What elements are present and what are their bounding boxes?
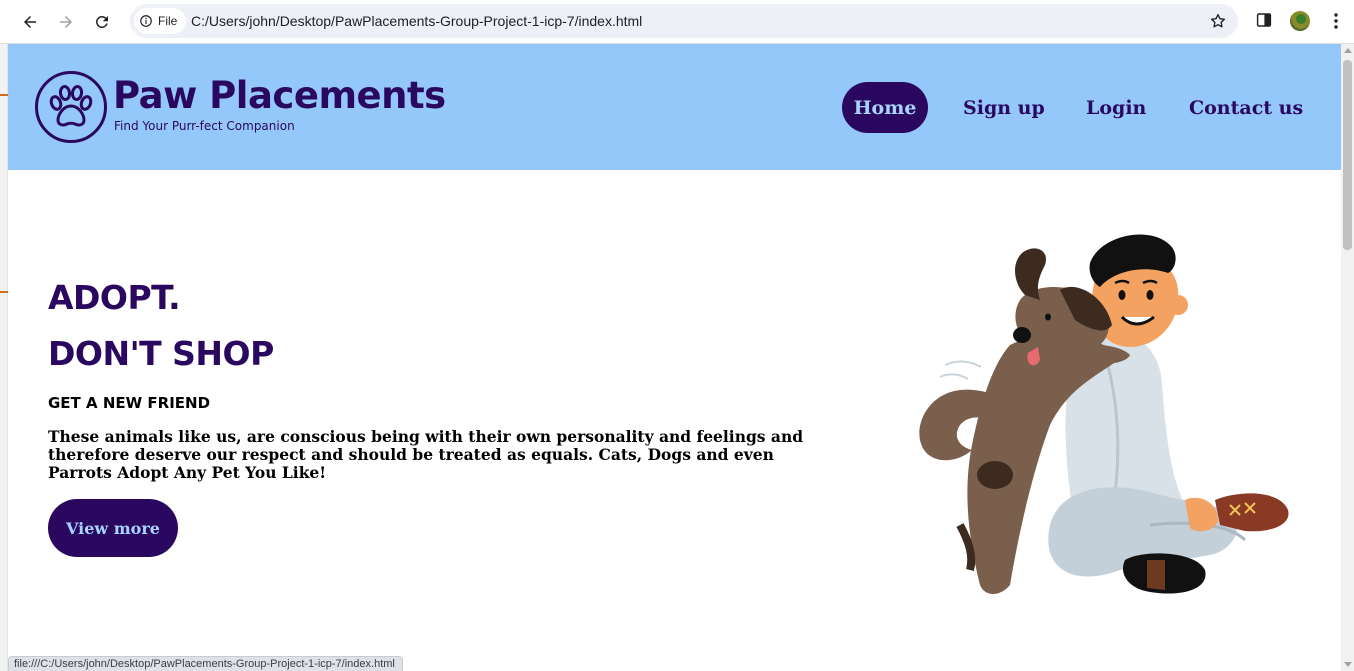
window-left-edge — [0, 44, 8, 671]
view-more-button[interactable]: View more — [48, 499, 178, 557]
scroll-down-arrow-icon[interactable] — [1344, 662, 1352, 667]
side-panel-button[interactable] — [1254, 10, 1274, 30]
brand-name[interactable]: Paw Placements — [113, 74, 446, 117]
forward-arrow-icon — [60, 16, 72, 28]
forward-button[interactable] — [52, 8, 80, 36]
browser-menu-button[interactable] — [1326, 10, 1346, 32]
hero-title-line1: ADOPT. — [48, 278, 181, 317]
browser-toolbar: File C:/Users/john/Desktop/PawPlacements… — [0, 0, 1354, 44]
site-header: Paw Placements Find Your Purr-fect Compa… — [8, 44, 1341, 170]
paw-icon[interactable] — [34, 70, 108, 144]
reload-icon — [95, 15, 108, 28]
brand-tagline: Find Your Purr-fect Companion — [114, 119, 295, 133]
scrollbar-thumb[interactable] — [1343, 60, 1352, 250]
info-icon — [140, 15, 152, 27]
kebab-menu-icon — [1334, 13, 1338, 29]
page-scrollbar[interactable] — [1341, 44, 1354, 671]
site-chip-label: File — [158, 14, 178, 28]
scroll-up-arrow-icon[interactable] — [1344, 48, 1352, 53]
hero-description: These animals like us, are conscious bei… — [48, 427, 804, 482]
browser-status-bar: file:///C:/Users/john/Desktop/PawPlaceme… — [8, 656, 403, 671]
address-bar[interactable]: File C:/Users/john/Desktop/PawPlacements… — [130, 4, 1238, 38]
back-button[interactable] — [16, 8, 44, 36]
bookmark-button[interactable] — [1206, 9, 1230, 33]
hero-title-line2: DON'T SHOP — [48, 334, 274, 373]
nav-contact[interactable]: Contact us — [1174, 82, 1318, 133]
nav-login[interactable]: Login — [1071, 82, 1161, 133]
hero-subtitle: GET A NEW FRIEND — [48, 394, 211, 412]
side-panel-icon — [1256, 13, 1272, 27]
nav-home[interactable]: Home — [842, 82, 928, 133]
site-info-chip[interactable]: File — [134, 8, 187, 34]
nav-signup[interactable]: Sign up — [948, 82, 1060, 133]
url-text[interactable]: C:/Users/john/Desktop/PawPlacements-Grou… — [191, 13, 642, 29]
star-icon — [1210, 13, 1226, 28]
reload-button[interactable] — [88, 8, 116, 36]
boy-hugging-dog-illustration — [919, 234, 1289, 594]
profile-avatar[interactable] — [1290, 11, 1310, 31]
back-arrow-icon — [24, 16, 36, 28]
